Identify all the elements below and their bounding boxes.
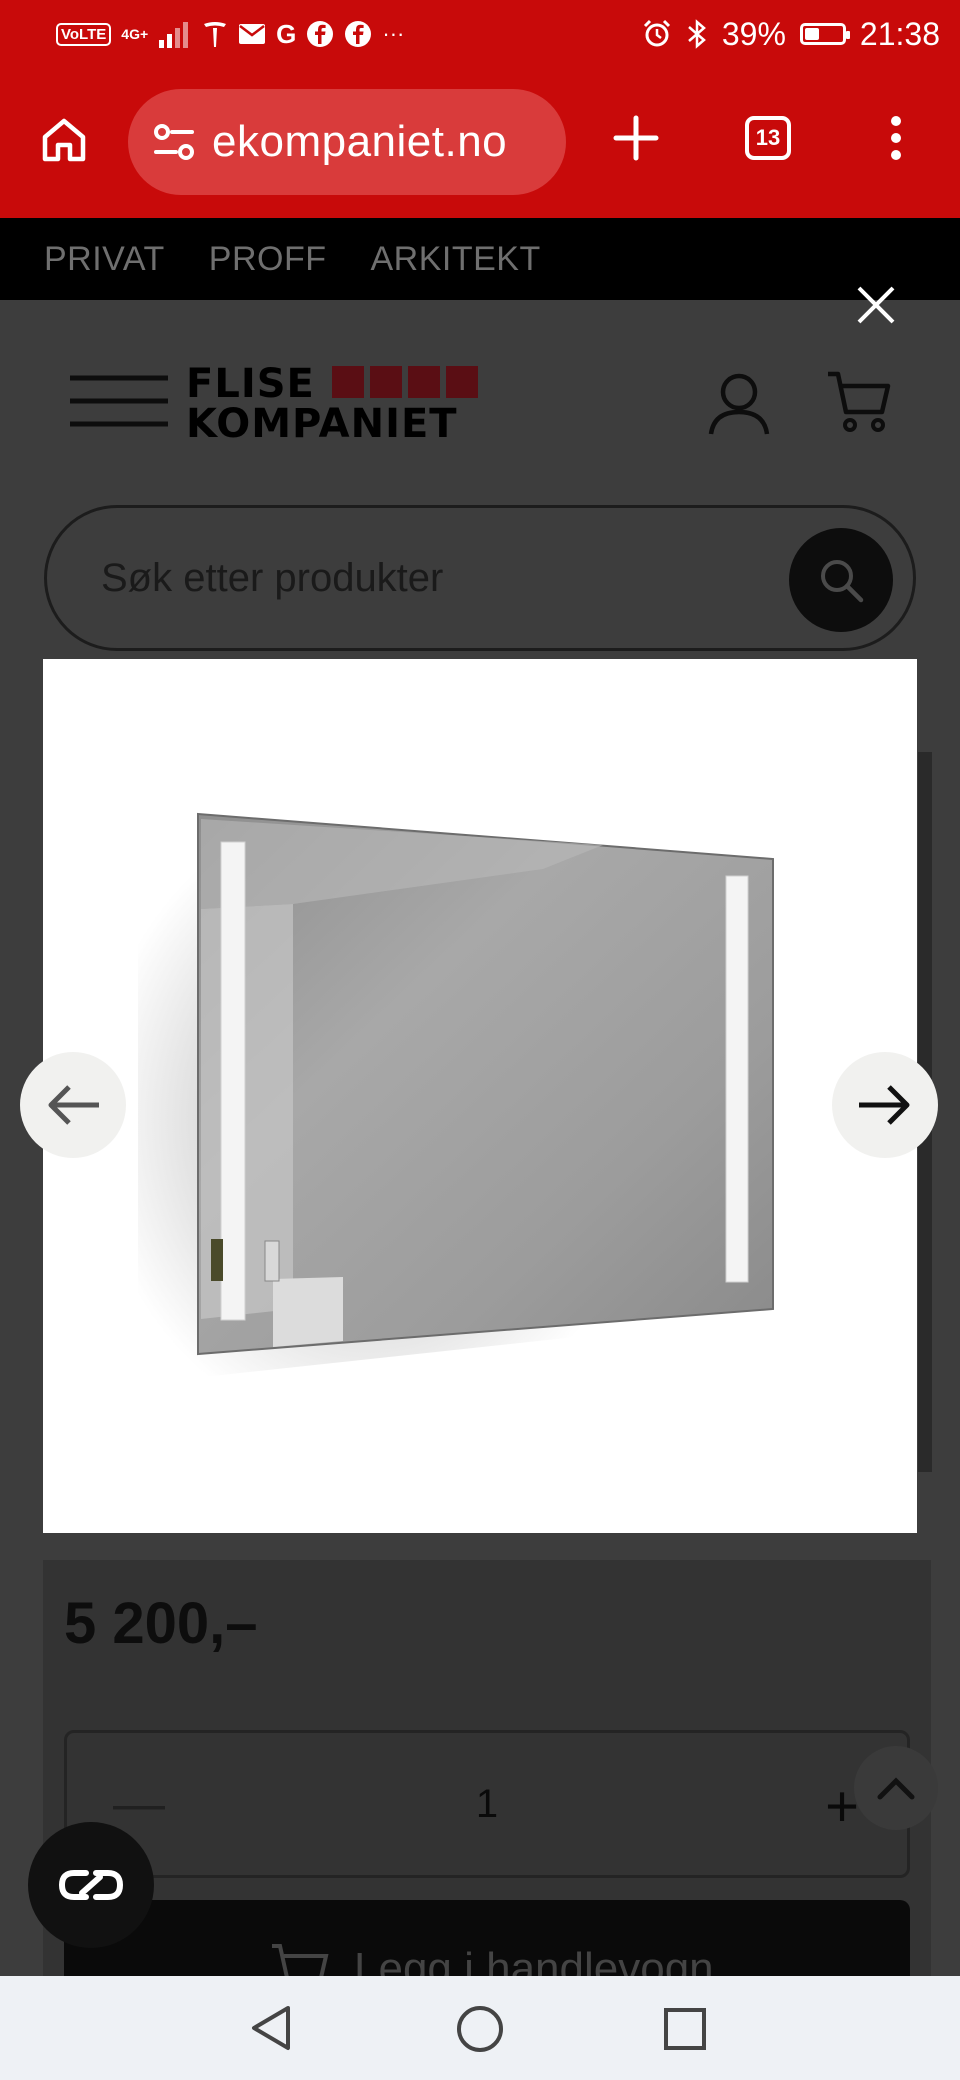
arrow-left-icon xyxy=(48,1085,99,1125)
more-vert-icon xyxy=(891,116,901,160)
close-icon[interactable] xyxy=(856,285,896,325)
tesla-icon xyxy=(204,22,227,47)
plus-icon xyxy=(613,115,659,161)
tabs-icon: 13 xyxy=(745,116,791,160)
qty-input[interactable]: 1 xyxy=(67,1733,907,1875)
status-icons-left: VoLTE 4G+ G ··· xyxy=(56,16,404,52)
logo-word-1: FLISE xyxy=(186,361,315,407)
status-bar: VoLTE 4G+ G ··· 39% 21:38 xyxy=(0,0,960,68)
quantity-stepper: — 1 + xyxy=(64,1730,910,1878)
arrow-right-icon xyxy=(859,1085,910,1125)
product-price: 5 200,– xyxy=(64,1591,258,1656)
url-text: ekompaniet.no xyxy=(212,117,508,166)
tab-switcher-button[interactable]: 13 xyxy=(736,98,800,178)
chat-icon xyxy=(58,1870,124,1900)
home-icon xyxy=(42,118,86,162)
new-tab-button[interactable] xyxy=(596,98,676,178)
chevron-up-icon xyxy=(877,1777,915,1800)
search-bar[interactable]: Søk etter produkter xyxy=(44,505,916,651)
status-icons-right: 39% 21:38 xyxy=(642,14,940,54)
alarm-icon xyxy=(643,19,670,47)
qty-increase-button[interactable]: + xyxy=(825,1733,859,1881)
browser-menu-button[interactable] xyxy=(866,98,926,178)
segment-nav: PRIVAT PROFF ARKITEKT xyxy=(0,218,960,300)
product-image-gallery[interactable] xyxy=(43,659,917,1533)
gallery-prev-button[interactable] xyxy=(20,1052,126,1158)
google-icon: G xyxy=(276,18,297,49)
search-icon xyxy=(821,560,864,603)
cart-icon[interactable] xyxy=(826,370,892,436)
scroll-to-top-button[interactable] xyxy=(854,1746,938,1830)
battery-percent: 39% xyxy=(721,15,786,52)
system-nav-bar xyxy=(0,1976,960,2080)
battery-icon xyxy=(799,23,850,45)
nav-architect[interactable]: ARKITEKT xyxy=(370,240,540,279)
search-input[interactable]: Søk etter produkter xyxy=(101,508,443,648)
logo-square xyxy=(370,366,402,398)
site-settings-icon[interactable] xyxy=(150,118,198,166)
clock: 21:38 xyxy=(859,15,940,52)
volte-icon: VoLTE xyxy=(56,22,112,46)
network-type: 4G+ xyxy=(121,26,149,42)
tab-count: 13 xyxy=(755,125,781,150)
signal-icon xyxy=(159,22,189,48)
more-notifications-icon: ··· xyxy=(382,21,405,46)
logo-square xyxy=(408,366,440,398)
home-button[interactable] xyxy=(24,95,104,185)
recents-nav-icon[interactable] xyxy=(662,2006,708,2052)
product-image xyxy=(138,812,774,1384)
facebook-icon xyxy=(307,21,334,47)
browser-toolbar: ekompaniet.no 13 xyxy=(0,68,960,218)
mail-icon xyxy=(239,24,266,44)
hamburger-menu-icon[interactable] xyxy=(68,370,174,430)
logo-square xyxy=(332,366,364,398)
search-button[interactable] xyxy=(789,528,893,632)
bluetooth-icon xyxy=(688,19,706,49)
facebook-icon xyxy=(345,21,372,47)
address-bar[interactable]: ekompaniet.no xyxy=(128,89,566,195)
nav-private[interactable]: PRIVAT xyxy=(44,240,165,279)
back-nav-icon[interactable] xyxy=(248,2004,296,2052)
battery-level xyxy=(804,28,819,40)
chat-widget-button[interactable] xyxy=(28,1822,154,1948)
site-logo[interactable]: FLISE KOMPANIET xyxy=(186,362,486,444)
nav-pro[interactable]: PROFF xyxy=(209,240,327,279)
account-icon[interactable] xyxy=(706,370,772,436)
home-nav-icon[interactable] xyxy=(455,2004,505,2054)
logo-word-2: KOMPANIET xyxy=(186,401,458,447)
gallery-next-button[interactable] xyxy=(832,1052,938,1158)
logo-square xyxy=(446,366,478,398)
